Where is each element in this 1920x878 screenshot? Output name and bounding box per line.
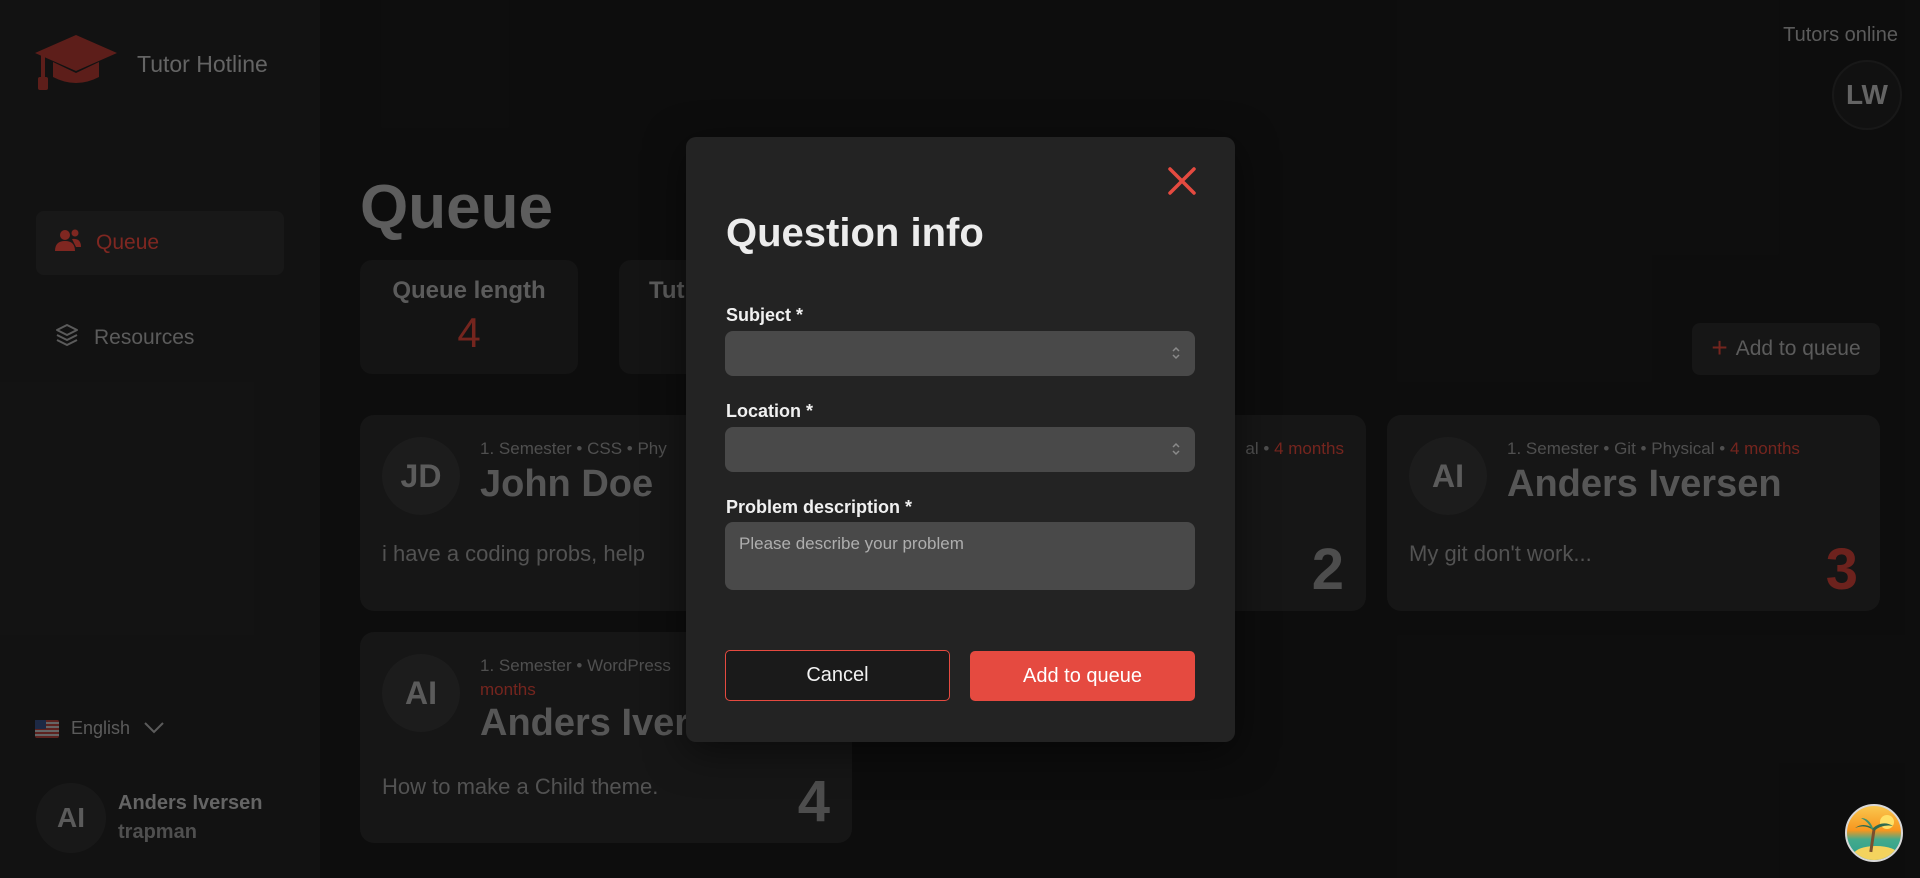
- modal-title: Question info: [726, 211, 984, 255]
- location-label: Location *: [726, 401, 814, 421]
- placeholder-text: Please describe your problem: [739, 534, 964, 553]
- select-chevron-icon: [1171, 439, 1181, 464]
- subject-select[interactable]: [725, 331, 1195, 376]
- cancel-button[interactable]: Cancel: [725, 650, 950, 701]
- subject-label: Subject *: [726, 305, 804, 325]
- beach-island-icon[interactable]: [1845, 804, 1903, 862]
- problem-description-label: Problem description *: [726, 497, 913, 517]
- location-select[interactable]: [725, 427, 1195, 472]
- close-icon: [1164, 167, 1200, 203]
- add-to-queue-submit-button[interactable]: Add to queue: [970, 651, 1195, 701]
- select-chevron-icon: [1171, 343, 1181, 368]
- problem-description-input[interactable]: Please describe your problem: [725, 522, 1195, 590]
- app-root: Tutor Hotline Queue Resources English AI…: [0, 0, 1920, 878]
- question-info-modal: Question info Subject * Location * Probl…: [686, 137, 1235, 742]
- close-button[interactable]: [1164, 163, 1200, 199]
